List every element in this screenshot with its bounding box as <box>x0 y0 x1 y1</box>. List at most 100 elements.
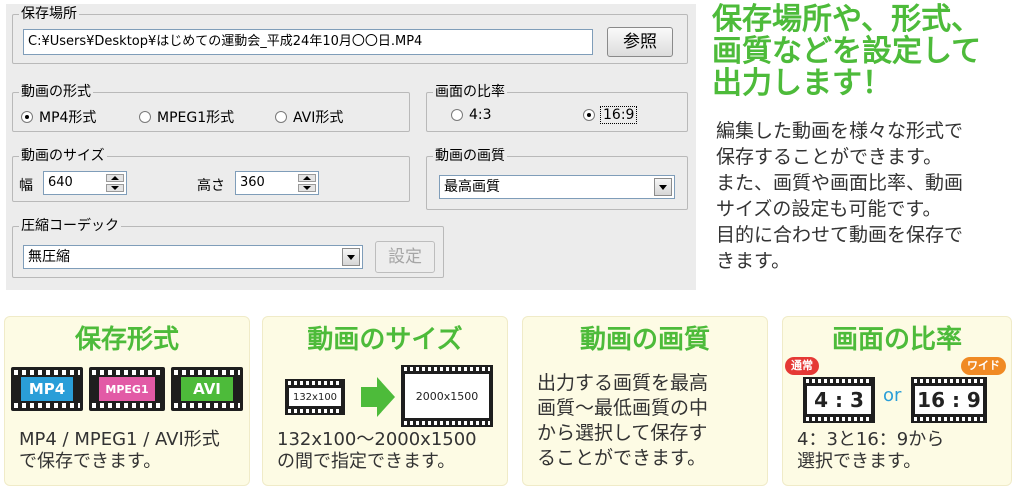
headline-line: 出力します！ <box>712 66 892 101</box>
format-option-mpeg1: MPEG1形式 <box>157 110 235 126</box>
quality-select[interactable]: 最高画質 <box>439 175 675 199</box>
card-title: 画面の比率 <box>831 325 962 355</box>
description: 編集した動画を様々な形式で 保存することができます。 また、画質や画面比率、動画… <box>716 118 1012 274</box>
width-label: 幅 <box>19 178 33 194</box>
card-body: 出力する画質を最高 画質〜最低画質の中 から選択して保存す ることができます。 <box>537 371 763 471</box>
or-label: or <box>883 385 902 406</box>
size-label: 動画のサイズ <box>19 147 107 165</box>
aspect-label: 画面の比率 <box>433 83 507 101</box>
body-line: ることができます。 <box>537 447 707 469</box>
format-option-mp4: MP4形式 <box>39 110 97 126</box>
description-line: 編集した動画を様々な形式で <box>716 120 964 142</box>
card-title: 保存形式 <box>74 325 179 355</box>
save-location-group: 保存場所 C:¥Users¥Desktop¥はじめての運動会_平成24年10月〇… <box>12 5 688 64</box>
ratio-4-3-frame-icon: 4 : 3 <box>803 377 875 423</box>
card-caption: MP4 / MPEG1 / AVI形式 で保存できます。 <box>19 429 247 473</box>
height-value: 360 <box>240 175 265 190</box>
large-size-label: 2000x1500 <box>405 374 489 418</box>
codec-value: 無圧縮 <box>28 249 70 265</box>
width-spin-buttons[interactable] <box>106 174 124 192</box>
height-spin-buttons[interactable] <box>298 174 316 192</box>
codec-settings-button[interactable]: 設定 <box>375 241 435 273</box>
film-label-mp4: MP4 <box>21 377 73 401</box>
card-size: 動画のサイズ 132x100 2000x1500 132x100〜2000x15… <box>262 316 508 486</box>
chevron-down-icon[interactable] <box>342 248 360 266</box>
height-label: 高さ <box>197 178 225 194</box>
card-ratio: 画面の比率 通常 4 : 3 or 16 : 9 ワイド 4：3と16：9から … <box>782 316 1012 486</box>
height-stepper[interactable]: 360 <box>235 171 319 195</box>
save-path-input[interactable]: C:¥Users¥Desktop¥はじめての運動会_平成24年10月〇〇日.MP… <box>23 29 593 55</box>
width-stepper[interactable]: 640 <box>43 171 127 195</box>
quality-value: 最高画質 <box>444 179 500 195</box>
caption-line: の間で指定できます。 <box>277 451 456 472</box>
codec-group: 圧縮コーデック 無圧縮 設定 <box>12 217 444 278</box>
aspect-radio-16-9[interactable]: 16:9 <box>583 106 638 124</box>
arrow-right-icon <box>361 377 395 417</box>
size-group: 動画のサイズ 幅 640 高さ 360 <box>12 147 410 202</box>
format-group: 動画の形式 MP4形式 MPEG1形式 AVI形式 <box>12 83 410 132</box>
export-settings-dialog: 保存場所 C:¥Users¥Desktop¥はじめての運動会_平成24年10月〇… <box>6 4 696 290</box>
film-mpeg1-icon: MPEG1 <box>89 367 165 411</box>
radio-unselected-icon <box>275 111 287 123</box>
caption-line: MP4 / MPEG1 / AVI形式 <box>19 429 220 450</box>
film-avi-icon: AVI <box>171 367 243 411</box>
caption-line: 4：3と16：9から <box>797 429 945 450</box>
aspect-option-16-9: 16:9 <box>599 106 638 124</box>
normal-badge: 通常 <box>785 357 819 375</box>
wide-badge: ワイド <box>961 357 1006 375</box>
card-title: 動画の画質 <box>579 325 710 355</box>
large-frame-icon: 2000x1500 <box>401 365 493 427</box>
card-format: 保存形式 MP4 MPEG1 AVI MP4 / MPEG1 / AVI形式 で… <box>4 316 250 486</box>
film-mp4-icon: MP4 <box>11 367 83 411</box>
headline-line: 画質などを設定して <box>712 34 982 69</box>
spin-up-icon[interactable] <box>106 174 124 182</box>
caption-line: で保存できます。 <box>19 451 162 472</box>
format-radio-avi[interactable]: AVI形式 <box>275 107 343 127</box>
body-line: 出力する画質を最高 <box>537 372 709 394</box>
ratio-4-3-label: 4 : 3 <box>807 386 871 414</box>
caption-line: 132x100〜2000x1500 <box>277 429 477 450</box>
card-title: 動画のサイズ <box>307 325 463 355</box>
quality-group: 動画の画質 最高画質 <box>426 147 688 210</box>
body-line: 画質〜最低画質の中 <box>537 397 709 419</box>
quality-label: 動画の画質 <box>433 147 507 165</box>
description-line: また、画質や画面比率、動画 <box>716 172 964 194</box>
card-caption: 132x100〜2000x1500 の間で指定できます。 <box>277 429 505 473</box>
small-frame-icon: 132x100 <box>285 379 345 415</box>
format-label: 動画の形式 <box>19 83 93 101</box>
description-line: サイズの設定も可能です。 <box>716 198 942 220</box>
body-line: から選択して保存す <box>537 422 708 444</box>
card-caption: 4：3と16：9から 選択できます。 <box>797 429 1016 473</box>
aspect-radio-4-3[interactable]: 4:3 <box>451 107 492 123</box>
radio-unselected-icon <box>451 109 463 121</box>
browse-button[interactable]: 参照 <box>607 27 673 57</box>
aspect-option-4-3: 4:3 <box>469 107 492 123</box>
headline: 保存場所や、形式、 画質などを設定して 出力します！ <box>712 4 1012 100</box>
format-option-avi: AVI形式 <box>293 110 344 126</box>
spin-up-icon[interactable] <box>298 174 316 182</box>
spin-down-icon[interactable] <box>106 184 124 192</box>
format-radio-mp4[interactable]: MP4形式 <box>21 107 96 127</box>
description-line: 目的に合わせて動画を保存で <box>716 224 964 246</box>
caption-line: 選択できます。 <box>797 451 922 472</box>
ratio-16-9-frame-icon: 16 : 9 <box>911 377 987 423</box>
codec-label: 圧縮コーデック <box>19 217 121 235</box>
film-label-avi: AVI <box>181 377 233 401</box>
film-label-mpeg1: MPEG1 <box>99 377 155 401</box>
radio-selected-icon <box>583 109 595 121</box>
description-line: きます。 <box>716 250 791 272</box>
small-size-label: 132x100 <box>289 388 341 406</box>
spin-down-icon[interactable] <box>298 184 316 192</box>
save-location-label: 保存場所 <box>19 5 79 23</box>
card-quality: 動画の画質 出力する画質を最高 画質〜最低画質の中 から選択して保存す ることが… <box>522 316 768 486</box>
description-line: 保存することができます。 <box>716 146 943 168</box>
format-radio-mpeg1[interactable]: MPEG1形式 <box>139 107 234 127</box>
radio-selected-icon <box>21 111 33 123</box>
radio-unselected-icon <box>139 111 151 123</box>
width-value: 640 <box>48 175 73 190</box>
codec-select[interactable]: 無圧縮 <box>23 245 363 269</box>
headline-line: 保存場所や、形式、 <box>712 2 982 37</box>
aspect-group: 画面の比率 4:3 16:9 <box>426 83 688 132</box>
ratio-16-9-label: 16 : 9 <box>915 386 983 414</box>
chevron-down-icon[interactable] <box>654 178 672 196</box>
